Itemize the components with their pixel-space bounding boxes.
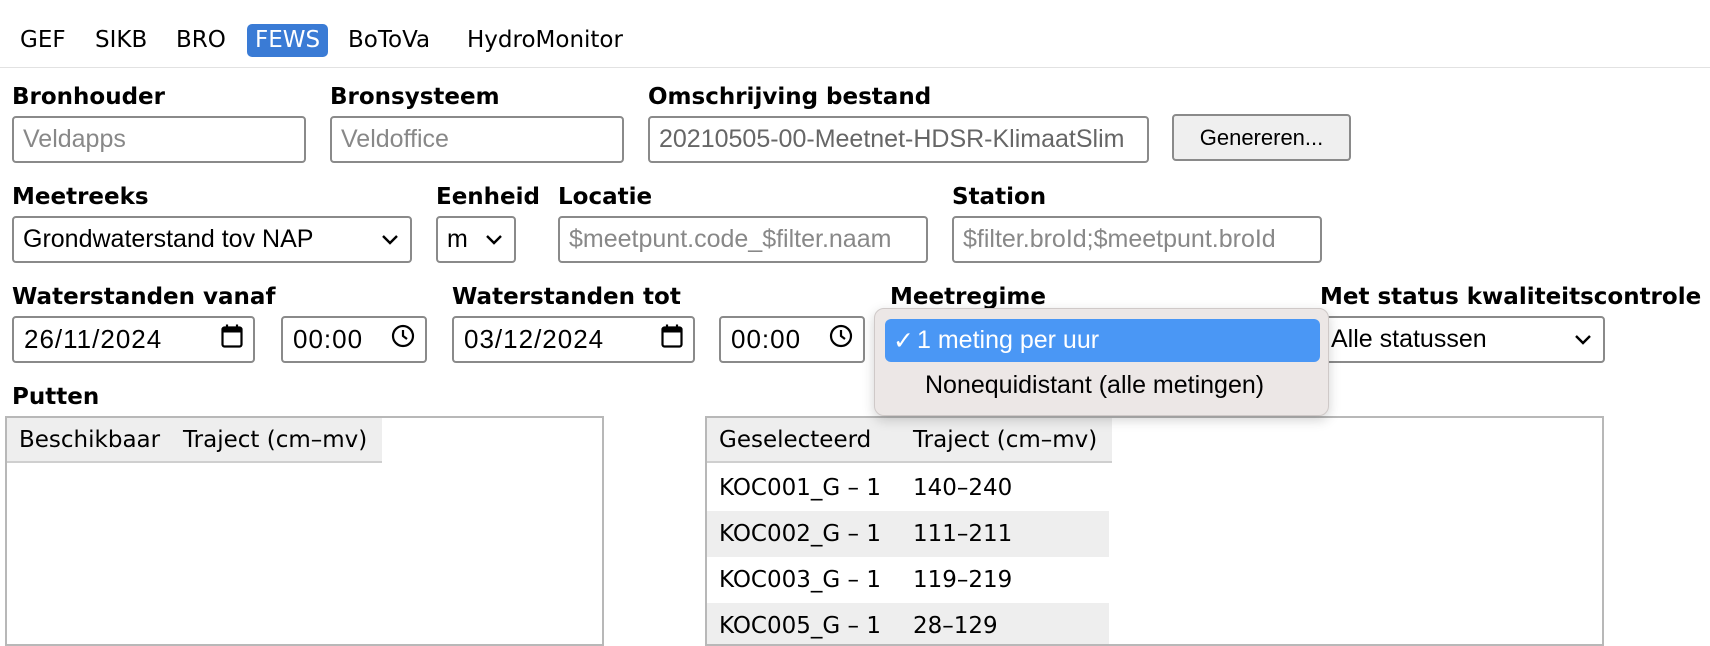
tab-fews[interactable]: FEWS: [247, 24, 329, 57]
vanaf-date-value: 26/11/2024: [24, 324, 163, 354]
put-traject: 140–240: [913, 475, 1013, 501]
locatie-placeholder: $meetpunt.code_$filter.naam: [569, 225, 892, 253]
table-row[interactable]: KOC001_G – 1 140–240: [707, 465, 1109, 511]
geselecteerd-list[interactable]: Geselecteerd Traject (cm–mv) KOC001_G – …: [705, 416, 1604, 646]
put-name: KOC005_G – 1: [719, 613, 881, 639]
put-traject: 119–219: [913, 567, 1013, 593]
put-traject: 111–211: [913, 521, 1013, 547]
beschikbaar-col-header[interactable]: Beschikbaar: [19, 418, 160, 463]
meetregime-option-selected[interactable]: ✓ 1 meting per uur: [885, 319, 1320, 362]
waterstanden-tot-label: Waterstanden tot: [452, 284, 681, 310]
eenheid-select[interactable]: m: [436, 216, 516, 263]
table-row[interactable]: KOC002_G – 1 111–211: [707, 511, 1109, 557]
meetregime-option[interactable]: Nonequidistant (alle metingen): [885, 364, 1320, 407]
bronhouder-input[interactable]: Veldapps: [12, 116, 306, 163]
meetreeks-label: Meetreeks: [12, 184, 149, 210]
meetregime-dropdown: ✓ 1 meting per uur Nonequidistant (alle …: [874, 308, 1329, 416]
traject-col-header[interactable]: Traject (cm–mv): [913, 418, 1097, 463]
genereren-button[interactable]: Genereren...: [1172, 114, 1351, 161]
tab-gef[interactable]: GEF: [12, 24, 74, 57]
table-row[interactable]: KOC003_G – 1 119–219: [707, 557, 1109, 603]
tot-date-input[interactable]: 03/12/2024: [452, 316, 695, 363]
calendar-icon[interactable]: [221, 324, 243, 355]
tot-time-input[interactable]: 00:00: [719, 316, 865, 363]
calendar-icon[interactable]: [661, 324, 683, 355]
clock-icon[interactable]: [829, 324, 853, 355]
omschrijving-value: 20210505-00-Meetnet-HDSR-KlimaatSlim: [659, 125, 1125, 153]
bronsysteem-label: Bronsysteem: [330, 84, 500, 110]
meetreeks-select[interactable]: Grondwaterstand tov NAP: [12, 216, 412, 263]
status-select[interactable]: Alle statussen: [1320, 316, 1605, 363]
vanaf-time-value: 00:00: [293, 324, 364, 354]
bronsysteem-placeholder: Veldoffice: [341, 125, 449, 153]
locatie-input[interactable]: $meetpunt.code_$filter.naam: [558, 216, 928, 263]
station-placeholder: $filter.broId;$meetpunt.broId: [963, 225, 1276, 253]
chevron-down-icon: [1572, 329, 1594, 351]
status-label: Met status kwaliteitscontrole: [1320, 284, 1702, 310]
tab-bro[interactable]: BRO: [168, 24, 234, 57]
tot-time-value: 00:00: [731, 324, 802, 354]
meetregime-option-label: 1 meting per uur: [917, 326, 1100, 354]
chevron-down-icon: [483, 229, 505, 251]
beschikbaar-header: Beschikbaar Traject (cm–mv): [7, 418, 382, 463]
tab-hydromonitor[interactable]: HydroMonitor: [459, 24, 631, 57]
bronhouder-label: Bronhouder: [12, 84, 166, 110]
geselecteerd-header: Geselecteerd Traject (cm–mv): [707, 418, 1112, 463]
status-value: Alle statussen: [1331, 325, 1487, 353]
eenheid-value: m: [447, 225, 468, 253]
put-name: KOC002_G – 1: [719, 521, 881, 547]
meetreeks-value: Grondwaterstand tov NAP: [23, 225, 314, 253]
geselecteerd-col-header[interactable]: Geselecteerd: [719, 418, 871, 463]
station-input[interactable]: $filter.broId;$meetpunt.broId: [952, 216, 1322, 263]
waterstanden-vanaf-label: Waterstanden vanaf: [12, 284, 276, 310]
putten-label: Putten: [12, 384, 100, 410]
table-row[interactable]: KOC005_G – 1 28–129: [707, 603, 1109, 644]
vanaf-date-input[interactable]: 26/11/2024: [12, 316, 255, 363]
vanaf-time-input[interactable]: 00:00: [281, 316, 427, 363]
put-traject: 28–129: [913, 613, 998, 639]
meetregime-option-label: Nonequidistant (alle metingen): [925, 371, 1265, 399]
traject-col-header[interactable]: Traject (cm–mv): [183, 418, 367, 463]
omschrijving-input[interactable]: 20210505-00-Meetnet-HDSR-KlimaatSlim: [648, 116, 1149, 163]
tab-sikb[interactable]: SIKB: [87, 24, 155, 57]
clock-icon[interactable]: [391, 324, 415, 355]
bronsysteem-input[interactable]: Veldoffice: [330, 116, 624, 163]
tab-bar: GEF SIKB BRO FEWS BoToVa HydroMonitor: [0, 0, 1710, 68]
bronhouder-placeholder: Veldapps: [23, 125, 126, 153]
checkmark-icon: ✓: [893, 326, 914, 355]
locatie-label: Locatie: [558, 184, 653, 210]
put-name: KOC001_G – 1: [719, 475, 881, 501]
chevron-down-icon: [379, 229, 401, 251]
tab-botova[interactable]: BoToVa: [340, 24, 438, 57]
tot-date-value: 03/12/2024: [464, 324, 605, 354]
beschikbaar-list[interactable]: Beschikbaar Traject (cm–mv): [5, 416, 604, 646]
meetregime-label: Meetregime: [890, 284, 1046, 310]
put-name: KOC003_G – 1: [719, 567, 881, 593]
station-label: Station: [952, 184, 1047, 210]
eenheid-label: Eenheid: [436, 184, 541, 210]
omschrijving-label: Omschrijving bestand: [648, 84, 932, 110]
